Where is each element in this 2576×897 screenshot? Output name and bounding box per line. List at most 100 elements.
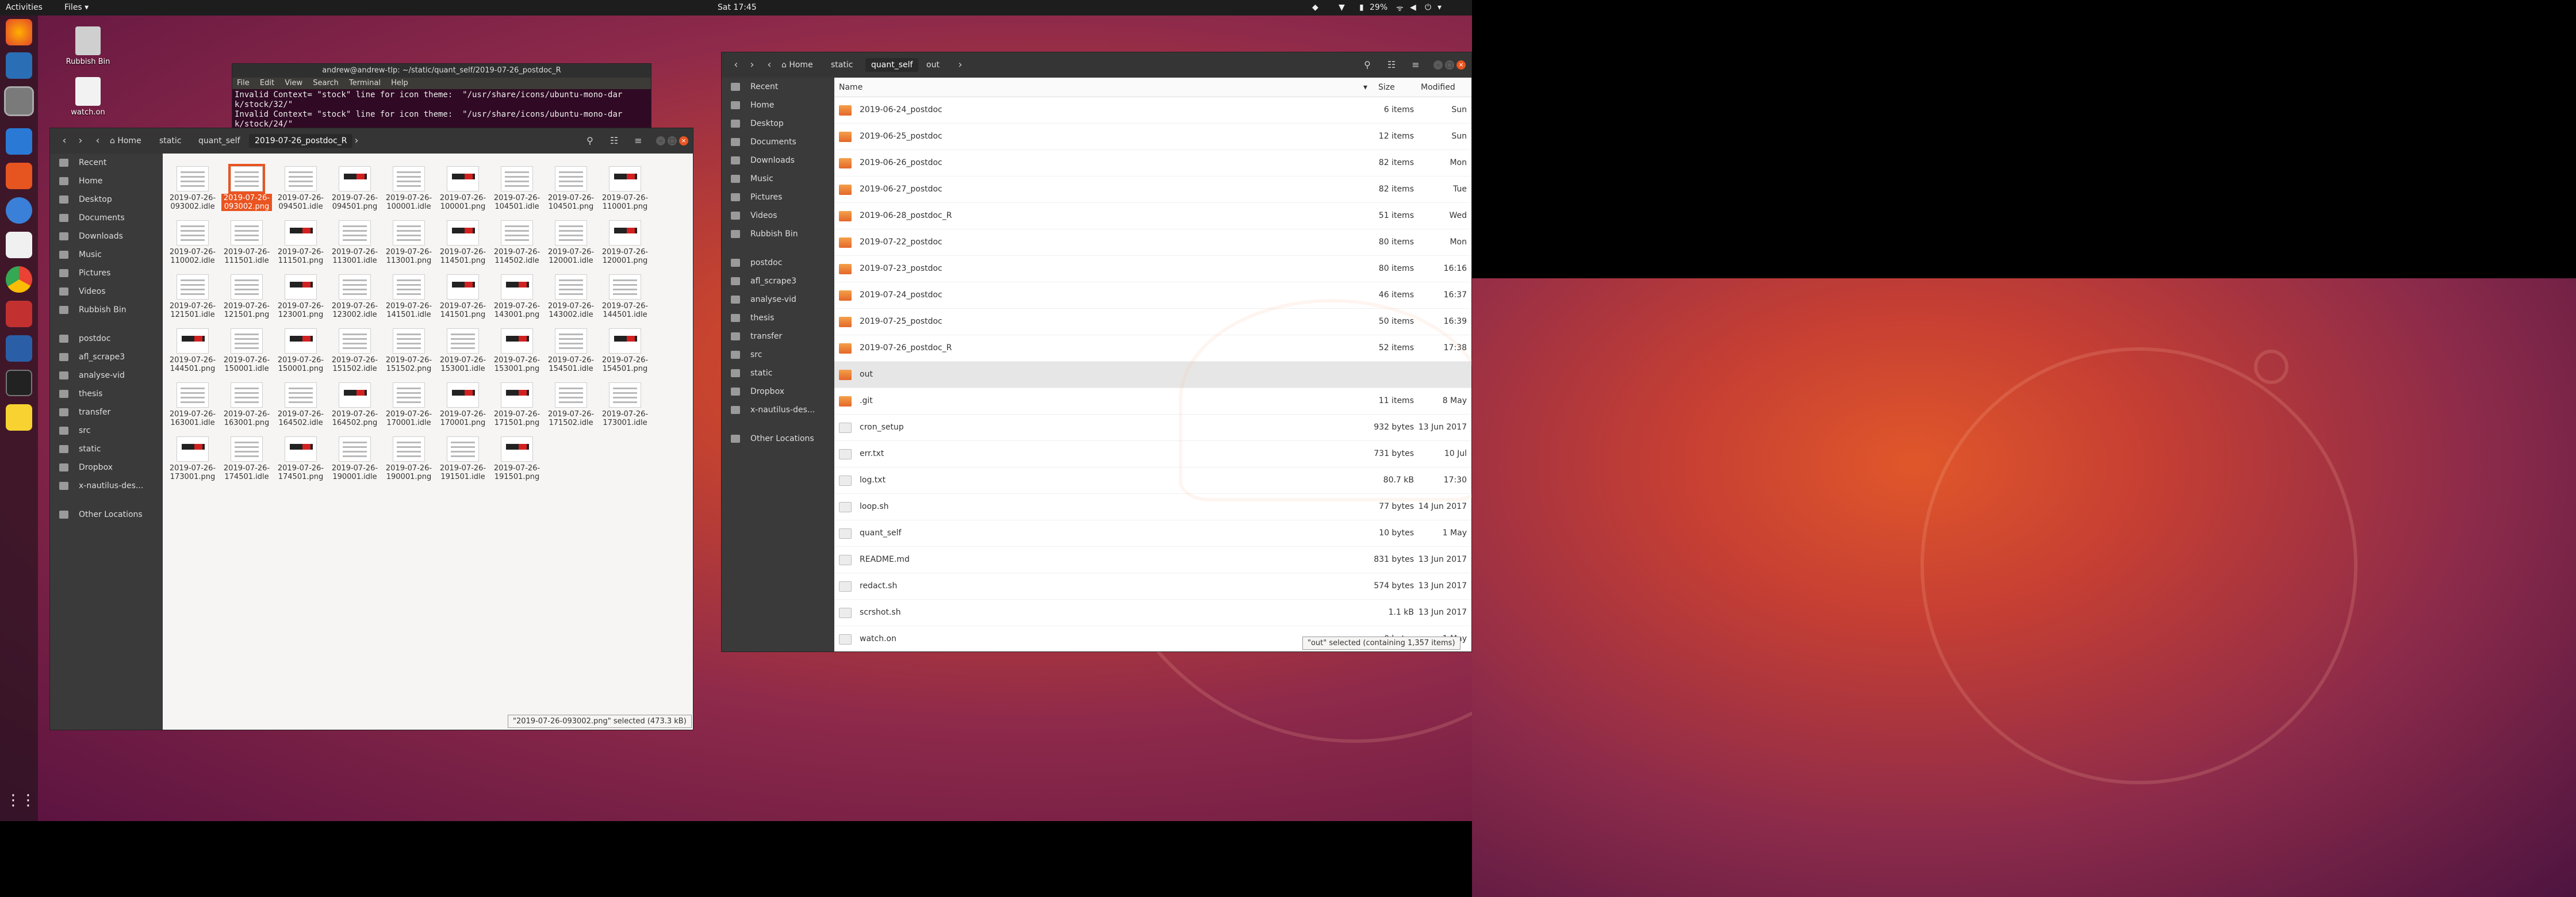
menu-edit[interactable]: Edit <box>260 79 274 87</box>
sidebar-item[interactable]: Downloads <box>50 227 163 246</box>
sidebar-item[interactable]: Downloads <box>722 151 834 170</box>
file-item[interactable]: 2019-07-26- 171501.png <box>492 382 542 427</box>
maximize-icon[interactable]: □ <box>668 136 677 145</box>
volume-icon[interactable]: ◀ <box>1410 3 1416 12</box>
sidebar-item[interactable]: postdoc <box>50 329 163 348</box>
list-row[interactable]: 2019-07-26_postdoc_R 52 items 17:38 <box>834 335 1471 362</box>
file-item[interactable]: 2019-07-26- 111501.png <box>275 220 326 265</box>
list-row[interactable]: scrshot.sh 1.1 kB 13 Jun 2017 <box>834 600 1471 626</box>
breadcrumb-quant-self[interactable]: quant_self <box>865 58 919 72</box>
file-item[interactable]: 2019-07-26- 150001.png <box>275 328 326 373</box>
list-row[interactable]: README.md 831 bytes 13 Jun 2017 <box>834 547 1471 573</box>
file-item[interactable]: 2019-07-26- 093002.idle <box>167 166 218 211</box>
sidebar-item[interactable]: afl_scrape3 <box>722 272 834 290</box>
back-icon[interactable]: ‹ <box>729 57 743 72</box>
file-item[interactable]: 2019-07-26- 111501.idle <box>221 220 272 265</box>
list-row[interactable]: redact.sh 574 bytes 13 Jun 2017 <box>834 573 1471 600</box>
wifi-icon[interactable]: ᯤ <box>1396 3 1404 14</box>
file-item[interactable]: 2019-07-26- 141501.idle <box>384 274 434 319</box>
list-row[interactable]: 2019-07-22_postdoc 80 items Mon <box>834 229 1471 256</box>
minimize-icon[interactable]: – <box>1433 60 1443 70</box>
sidebar-item[interactable]: transfer <box>50 403 163 421</box>
breadcrumb-home[interactable]: ⌂ Home <box>776 58 819 72</box>
file-item[interactable]: 2019-07-26- 151502.png <box>384 328 434 373</box>
sidebar-item[interactable]: x-nautilus-des... <box>722 401 834 419</box>
breadcrumb-right-icon[interactable]: › <box>953 57 968 72</box>
help-icon[interactable] <box>6 197 32 224</box>
menu-help[interactable]: Help <box>391 79 408 87</box>
dropbox-icon[interactable]: ◆ <box>1312 3 1318 12</box>
sidebar-item[interactable]: Videos <box>50 282 163 301</box>
list-row[interactable]: 2019-07-24_postdoc 46 items 16:37 <box>834 282 1471 309</box>
sidebar-item[interactable]: afl_scrape3 <box>50 348 163 366</box>
sidebar-item[interactable]: Videos <box>722 206 834 225</box>
file-item[interactable]: 2019-07-26- 164502.png <box>329 382 380 427</box>
file-item[interactable]: 2019-07-26- 093002.png <box>221 164 272 211</box>
menu-terminal[interactable]: Terminal <box>349 79 381 87</box>
close-icon[interactable]: × <box>1456 60 1466 70</box>
file-item[interactable]: 2019-07-26- 110001.png <box>600 166 650 211</box>
breadcrumb-current[interactable]: 2019-07-26_postdoc_R <box>249 134 353 148</box>
view-toggle-icon[interactable]: ☷ <box>607 134 622 148</box>
close-icon[interactable]: × <box>679 136 688 145</box>
file-item[interactable]: 2019-07-26- 113001.idle <box>329 220 380 265</box>
menu-search[interactable]: Search <box>313 79 339 87</box>
list-row[interactable]: cron_setup 932 bytes 13 Jun 2017 <box>834 415 1471 441</box>
file-item[interactable]: 2019-07-26- 154501.png <box>600 328 650 373</box>
column-name[interactable]: Name <box>839 83 862 92</box>
file-item[interactable]: 2019-07-26- 121501.png <box>221 274 272 319</box>
sidebar-item[interactable]: Dropbox <box>50 458 163 477</box>
file-item[interactable]: 2019-07-26- 190001.png <box>384 436 434 481</box>
file-item[interactable]: 2019-07-26- 150001.idle <box>221 328 272 373</box>
sidebar-item[interactable]: Music <box>722 170 834 188</box>
thunderbird-icon[interactable] <box>6 52 32 79</box>
sidebar-item[interactable]: Pictures <box>50 264 163 282</box>
file-item[interactable]: 2019-07-26- 104501.png <box>546 166 596 211</box>
forward-icon[interactable]: › <box>73 133 88 148</box>
sidebar-item[interactable]: Music <box>50 246 163 264</box>
sidebar-item[interactable]: Recent <box>722 78 834 96</box>
maximize-icon[interactable]: □ <box>1445 60 1454 70</box>
file-item[interactable]: 2019-07-26- 190001.idle <box>329 436 380 481</box>
file-item[interactable]: 2019-07-26- 174501.idle <box>221 436 272 481</box>
file-item[interactable]: 2019-07-26- 144501.idle <box>600 274 650 319</box>
power-icon[interactable]: ⏻ <box>1425 3 1431 12</box>
sidebar-item[interactable]: postdoc <box>722 254 834 272</box>
terminal-window[interactable]: andrew@andrew-tlp: ~/static/quant_self/2… <box>232 63 651 132</box>
breadcrumb-left-icon[interactable]: ‹ <box>762 57 777 72</box>
sidebar-item[interactable]: static <box>722 364 834 382</box>
file-item[interactable]: 2019-07-26- 173001.png <box>167 436 218 481</box>
sidebar-item[interactable]: Dropbox <box>722 382 834 401</box>
list-row[interactable]: 2019-06-24_postdoc 6 items Sun <box>834 97 1471 124</box>
list-row[interactable]: loop.sh 77 bytes 14 Jun 2017 <box>834 494 1471 520</box>
sidebar-item[interactable]: Home <box>50 172 163 190</box>
sidebar-item[interactable]: analyse-vid <box>50 366 163 385</box>
system-menu-chevron-icon[interactable]: ▾ <box>1438 3 1442 12</box>
column-size[interactable]: Size <box>1378 83 1395 92</box>
menu-file[interactable]: File <box>237 79 250 87</box>
file-item[interactable]: 2019-07-26- 164502.idle <box>275 382 326 427</box>
breadcrumb-quant-self[interactable]: quant_self <box>193 134 246 148</box>
sidebar-item[interactable]: Desktop <box>722 114 834 133</box>
list-row[interactable]: 2019-06-27_postdoc 82 items Tue <box>834 177 1471 203</box>
list-row[interactable]: 2019-07-23_postdoc 80 items 16:16 <box>834 256 1471 282</box>
file-item[interactable]: 2019-07-26- 143002.idle <box>546 274 596 319</box>
sidebar-item[interactable]: thesis <box>722 309 834 327</box>
sidebar-item[interactable]: x-nautilus-des... <box>50 477 163 495</box>
list-row[interactable]: 2019-06-26_postdoc 82 items Mon <box>834 150 1471 177</box>
app-menu[interactable]: Files ▾ <box>64 3 89 12</box>
list-row[interactable]: 2019-06-25_postdoc 12 items Sun <box>834 124 1471 150</box>
sidebar-item[interactable]: src <box>722 346 834 364</box>
list-row[interactable]: log.txt 80.7 kB 17:30 <box>834 467 1471 494</box>
breadcrumb-left-icon[interactable]: ‹ <box>90 133 105 148</box>
file-item[interactable]: 2019-07-26- 153001.png <box>492 328 542 373</box>
file-item[interactable]: 2019-07-26- 120001.png <box>600 220 650 265</box>
minimize-icon[interactable]: – <box>656 136 665 145</box>
file-item[interactable]: 2019-07-26- 123002.idle <box>329 274 380 319</box>
file-item[interactable]: 2019-07-26- 100001.idle <box>384 166 434 211</box>
sidebar-item[interactable]: src <box>50 421 163 440</box>
network-icon[interactable]: ▼ <box>1339 3 1345 12</box>
breadcrumb-right-icon[interactable]: › <box>349 133 364 148</box>
list-row[interactable]: out <box>834 362 1471 388</box>
sidebar-item[interactable]: transfer <box>722 327 834 346</box>
